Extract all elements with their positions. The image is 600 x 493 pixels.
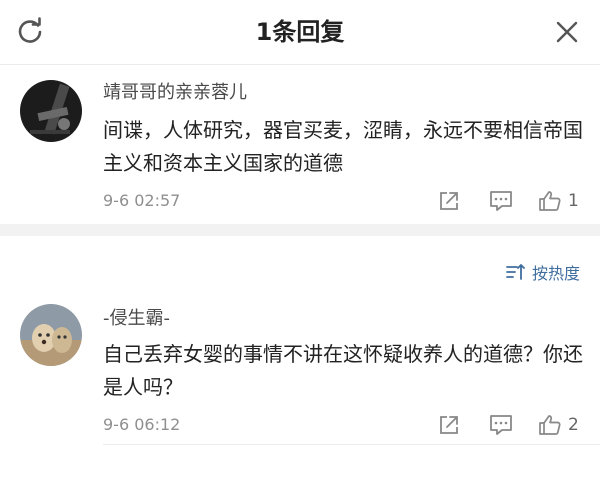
reply-button[interactable] [488, 188, 514, 214]
comment-text: 自己丢弃女婴的事情不讲在这怀疑收养人的道德？你还是人吗？ [103, 342, 583, 399]
section-divider [0, 224, 600, 236]
like-count: 2 [568, 415, 579, 435]
separator [103, 444, 600, 445]
header: 1条回复 [0, 0, 600, 65]
comment-time: 9-6 02:57 [103, 191, 181, 210]
thumbs-up-icon [539, 191, 561, 211]
page-title: 1条回复 [255, 18, 345, 46]
avatar[interactable] [20, 80, 82, 142]
close-icon[interactable] [552, 17, 582, 47]
reply-button[interactable] [488, 412, 514, 438]
like-button[interactable]: 2 [538, 412, 579, 438]
avatar[interactable] [20, 304, 82, 366]
like-button[interactable]: 1 [538, 188, 579, 214]
comment-username[interactable]: -侵生霸- [103, 308, 170, 330]
sort-by-popularity[interactable]: 按热度 [506, 260, 580, 284]
share-button[interactable] [437, 188, 461, 214]
comment-icon [490, 415, 512, 435]
share-button[interactable] [437, 412, 461, 438]
comment-icon [490, 191, 512, 211]
share-icon [440, 192, 458, 210]
comment-item: -侵生霸- 自己丢弃女婴的事情不讲在这怀疑收养人的道德？你还是人吗？ 9-6 0… [0, 292, 600, 442]
thumbs-up-icon [539, 415, 561, 435]
sort-icon [506, 264, 525, 280]
comment-time: 9-6 06:12 [103, 415, 181, 434]
like-count: 1 [568, 191, 579, 211]
sort-label: 按热度 [531, 264, 580, 283]
comment-username[interactable]: 靖哥哥的亲亲蓉儿 [103, 82, 247, 104]
comment-text: 间谍，人体研究，器官买麦，涩睛，永远不要相信帝国主义和资本主义国家的道德 [103, 118, 583, 175]
share-icon [440, 416, 458, 434]
comment-item: 靖哥哥的亲亲蓉儿 间谍，人体研究，器官买麦，涩睛，永远不要相信帝国主义和资本主义… [0, 64, 600, 224]
